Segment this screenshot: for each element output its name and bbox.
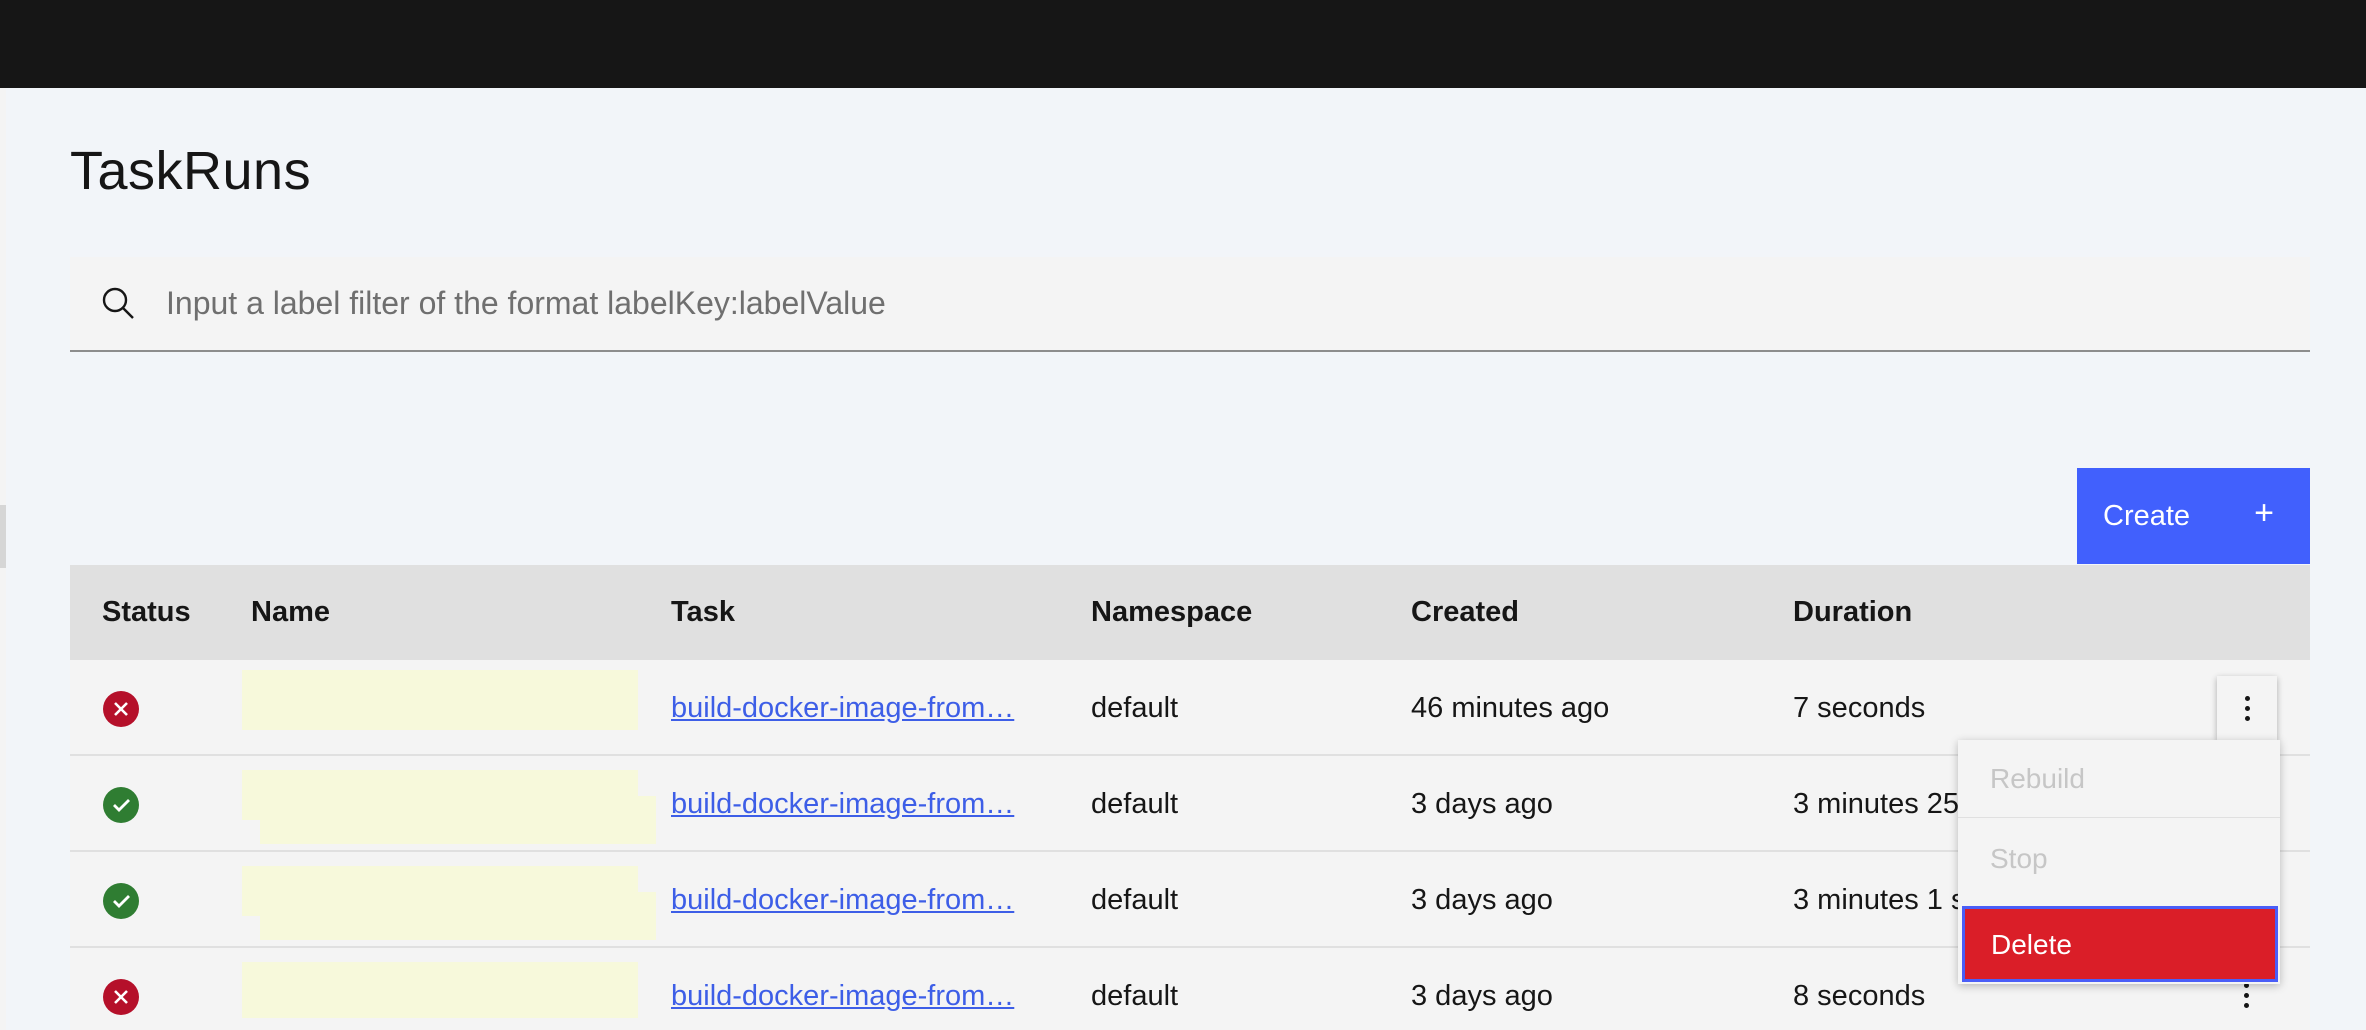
name-cell-redacted[interactable] [242, 670, 638, 730]
column-header-created[interactable]: Created [1411, 565, 1519, 660]
label-filter-search[interactable] [70, 257, 2310, 352]
menu-item-rebuild[interactable]: Rebuild [1958, 740, 2280, 818]
create-button-label: Create [2103, 499, 2191, 532]
side-nav-toggle[interactable] [0, 505, 6, 568]
created-cell: 3 days ago [1411, 788, 1553, 820]
task-link[interactable]: build-docker-image-from… [671, 660, 1023, 756]
top-header-bar [0, 0, 2366, 88]
failed-status-icon [103, 979, 139, 1015]
search-icon [102, 287, 134, 319]
created-cell: 3 days ago [1411, 980, 1553, 1012]
column-header-namespace[interactable]: Namespace [1091, 565, 1252, 660]
column-header-task[interactable]: Task [671, 565, 735, 660]
row-overflow-menu-button[interactable] [2244, 983, 2249, 1008]
row-overflow-menu-button[interactable] [2217, 676, 2277, 740]
duration-cell: 7 seconds [1793, 692, 1926, 724]
menu-item-delete[interactable]: Delete [1962, 906, 2278, 982]
name-cell-redacted[interactable] [242, 962, 638, 1018]
duration-cell: 3 minutes 1 s [1793, 884, 1966, 916]
created-cell: 46 minutes ago [1411, 692, 1610, 724]
plus-icon: + [2254, 494, 2274, 532]
task-link[interactable]: build-docker-image-from… [671, 948, 1023, 1030]
table-header: Status Name Task Namespace Created Durat… [70, 565, 2310, 660]
column-header-duration[interactable]: Duration [1793, 565, 1912, 660]
namespace-cell: default [1091, 692, 1179, 724]
duration-cell: 8 seconds [1793, 980, 1926, 1012]
succeeded-status-icon [103, 787, 139, 823]
name-cell-redacted-part [260, 796, 656, 844]
column-header-status[interactable]: Status [102, 565, 191, 660]
namespace-cell: default [1091, 980, 1179, 1012]
search-input[interactable] [166, 257, 2286, 350]
kebab-icon [2244, 695, 2250, 721]
create-button[interactable]: Create + [2077, 468, 2310, 564]
succeeded-status-icon [103, 883, 139, 919]
namespace-cell: default [1091, 884, 1179, 916]
task-link[interactable]: build-docker-image-from… [671, 756, 1023, 852]
name-cell-redacted-part [260, 892, 656, 940]
menu-item-stop[interactable]: Stop [1958, 820, 2280, 898]
page-title: TaskRuns [70, 141, 312, 201]
task-link[interactable]: build-docker-image-from… [671, 852, 1023, 948]
failed-status-icon [103, 691, 139, 727]
column-header-name[interactable]: Name [251, 565, 330, 660]
duration-cell: 3 minutes 25 [1793, 788, 1960, 820]
namespace-cell: default [1091, 788, 1179, 820]
row-overflow-menu: Rebuild Stop Delete [1958, 740, 2280, 984]
created-cell: 3 days ago [1411, 884, 1553, 916]
